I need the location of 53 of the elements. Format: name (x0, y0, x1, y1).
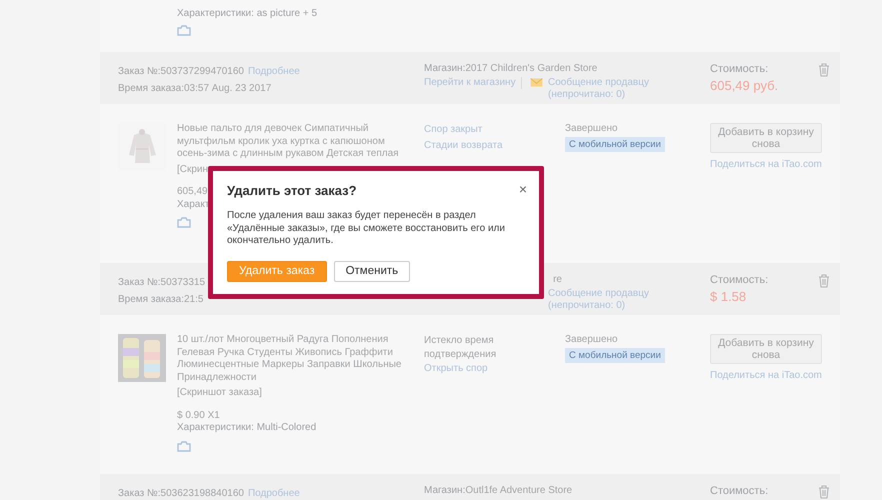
characteristics-text: Характ (177, 198, 210, 211)
order-status: Завершено (565, 334, 618, 345)
product-title[interactable]: Новые пальто для девочек Симпатичный мультфильм кролик уха куртка с капюшоном осень-зима с длинным рукавом Детская теплая (177, 123, 417, 160)
order-time: Время заказа:03:57 Aug. 23 2017 (118, 82, 272, 96)
order-number: Заказ №:503623198840160 (118, 487, 244, 500)
cost-value: 605,49 руб. (710, 78, 778, 93)
order-number: Заказ №:503737299470160 (118, 65, 244, 79)
add-to-cart-button[interactable]: Добавить в корзину снова (710, 334, 822, 364)
characteristics-text: Характеристики: as picture + 5 (177, 8, 318, 19)
mobile-badge: С мобильной версии (565, 348, 665, 363)
cost-label: Стоимость: (710, 485, 768, 497)
order-status: Завершено (565, 123, 618, 134)
dispute-status: Истекло время подтверждения (424, 334, 498, 362)
dispute-link[interactable]: Открыть спор (424, 362, 565, 376)
dispute-link[interactable]: Стадии возврата (424, 139, 565, 153)
dialog-title: Удалить этот заказ? (227, 183, 357, 198)
snapshot-icon[interactable] (177, 440, 191, 452)
details-link[interactable]: Подробнее (248, 63, 300, 80)
share-link[interactable]: Поделиться на iTao.com (710, 159, 830, 170)
trash-icon[interactable] (818, 274, 830, 288)
share-link[interactable]: Поделиться на iTao.com (710, 370, 830, 381)
order-time: Время заказа:21:5 (118, 293, 204, 307)
delete-order-button[interactable]: Удалить заказ (227, 260, 327, 282)
screenshot-link[interactable]: [Скрин (177, 164, 208, 176)
envelope-icon (530, 78, 543, 87)
cost-label: Стоимость: (710, 274, 768, 286)
cost-value: $ 1.58 (710, 289, 748, 304)
dialog-message: После удаления ваш заказ будет перенесён в раздел «Удалённые заказы», где вы сможете восстановить его или окончательно удалить. (227, 210, 506, 248)
store-name: Магазин:Outl1fe Adventure Store (424, 485, 572, 496)
store-name: re (553, 274, 562, 285)
details-link[interactable]: Подробнее (248, 485, 300, 500)
message-seller-link[interactable]: Сообщение продавцу (548, 77, 710, 89)
characteristics-text: Характеристики: Multi-Colored (177, 422, 316, 434)
product-price: 605,49 (177, 186, 208, 198)
unread-count: (непрочитано: 0) (548, 89, 626, 101)
snapshot-icon[interactable] (177, 25, 191, 36)
product-price: $ 0.90 X1 (177, 410, 220, 422)
dispute-link[interactable]: Спор закрыт (424, 123, 565, 137)
cost-label: Стоимость: (710, 63, 770, 75)
trash-icon[interactable] (818, 63, 830, 77)
close-button[interactable]: × (518, 183, 527, 195)
unread-count: (непрочитано: 0) (548, 300, 626, 312)
mobile-badge: С мобильной версии (565, 137, 665, 152)
cancel-button[interactable]: Отменить (334, 260, 410, 282)
trash-icon[interactable] (818, 485, 830, 499)
store-link[interactable]: Перейти к магазину (424, 77, 516, 89)
store-name: Магазин:2017 Children's Garden Store (424, 63, 598, 74)
message-seller-link[interactable]: Сообщение продавцу (548, 288, 710, 300)
snapshot-icon[interactable] (177, 217, 191, 228)
order-number: Заказ №:50373315 (118, 276, 206, 290)
screenshot-link[interactable]: [Скриншот заказа] (177, 387, 262, 400)
add-to-cart-button[interactable]: Добавить в корзину снова (710, 123, 822, 153)
product-title[interactable]: 10 шт./лот Многоцветный Радуга Пополнения Гелевая Ручка Студенты Живопись Граффити Люминесцентные Маркеры Заправки Школьные Принадлежности (177, 334, 417, 384)
